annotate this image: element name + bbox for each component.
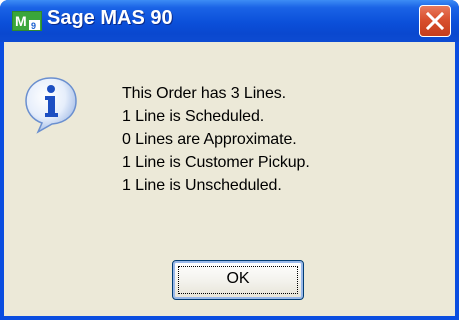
information-icon bbox=[25, 77, 77, 134]
message-line: This Order has 3 Lines. bbox=[122, 85, 286, 102]
svg-text:M: M bbox=[15, 13, 27, 29]
message-line: 1 Line is Customer Pickup. bbox=[122, 154, 310, 171]
close-button[interactable] bbox=[419, 5, 451, 37]
sage-mas90-app-icon: M 9 bbox=[12, 11, 42, 31]
close-icon bbox=[426, 12, 444, 30]
window-title: Sage MAS 90 bbox=[47, 7, 173, 29]
ok-button-label: OK bbox=[226, 270, 250, 287]
message-line: 1 Line is Scheduled. bbox=[122, 108, 265, 125]
message-line: 0 Lines are Approximate. bbox=[122, 131, 297, 148]
dialog-body: This Order has 3 Lines. 1 Line is Schedu… bbox=[4, 42, 455, 316]
message-line: 1 Line is Unscheduled. bbox=[122, 177, 282, 194]
dialog-window: M 9 Sage MAS 90 This Order has 3 Lines. … bbox=[0, 0, 459, 320]
message-text: This Order has 3 Lines. 1 Line is Schedu… bbox=[122, 82, 310, 197]
svg-text:9: 9 bbox=[31, 21, 36, 31]
title-bar[interactable]: M 9 Sage MAS 90 bbox=[0, 0, 459, 42]
ok-button[interactable]: OK bbox=[172, 260, 304, 300]
